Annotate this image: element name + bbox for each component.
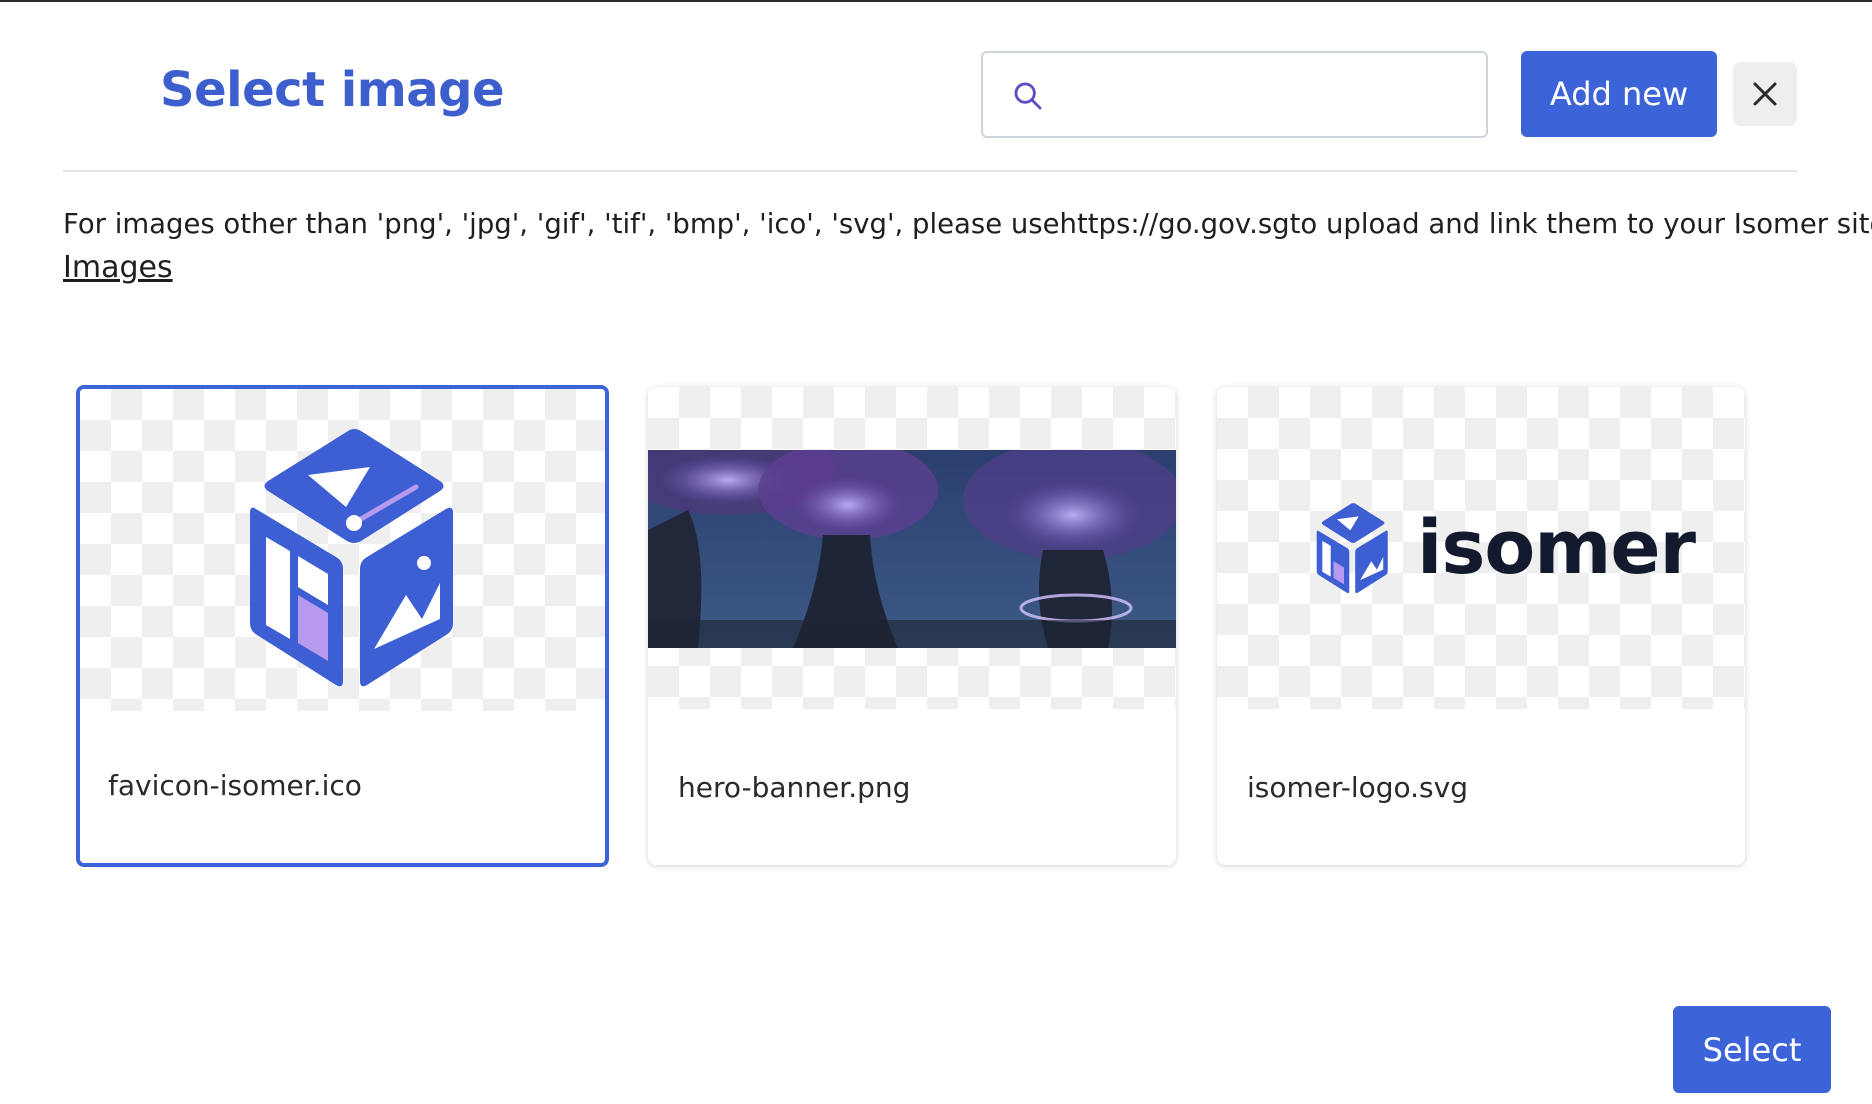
image-name: favicon-isomer.ico <box>108 769 362 802</box>
image-card-isomer-logo[interactable]: isomer isomer-logo.svg <box>1217 387 1745 865</box>
image-card-hero-banner[interactable]: hero-banner.png <box>648 387 1176 865</box>
search-input[interactable] <box>1063 61 1473 127</box>
select-button[interactable]: Select <box>1673 1006 1831 1093</box>
modal-title: Select image <box>160 62 505 118</box>
search-field[interactable] <box>981 51 1488 138</box>
add-new-button[interactable]: Add new <box>1521 51 1717 137</box>
select-image-modal: Select image Add new For images other th… <box>0 0 1872 1104</box>
isomer-cube-icon <box>250 429 453 687</box>
image-thumbnail <box>80 389 605 711</box>
isomer-logo-icon <box>1316 503 1388 594</box>
image-name: isomer-logo.svg <box>1247 771 1468 804</box>
images-section-link[interactable]: Images <box>63 250 173 285</box>
image-thumbnail: isomer <box>1217 387 1745 709</box>
image-card-favicon[interactable]: favicon-isomer.ico <box>76 385 609 867</box>
hero-banner-image <box>648 450 1176 648</box>
search-icon <box>1014 82 1042 110</box>
file-type-info: For images other than 'png', 'jpg', 'gif… <box>63 208 1872 240</box>
image-thumbnail <box>648 387 1176 709</box>
close-button[interactable] <box>1733 62 1797 126</box>
isomer-wordmark: isomer <box>1417 505 1696 591</box>
image-name: hero-banner.png <box>678 771 911 804</box>
close-icon <box>1753 82 1777 106</box>
top-border <box>0 0 1872 2</box>
header-divider <box>63 170 1797 172</box>
